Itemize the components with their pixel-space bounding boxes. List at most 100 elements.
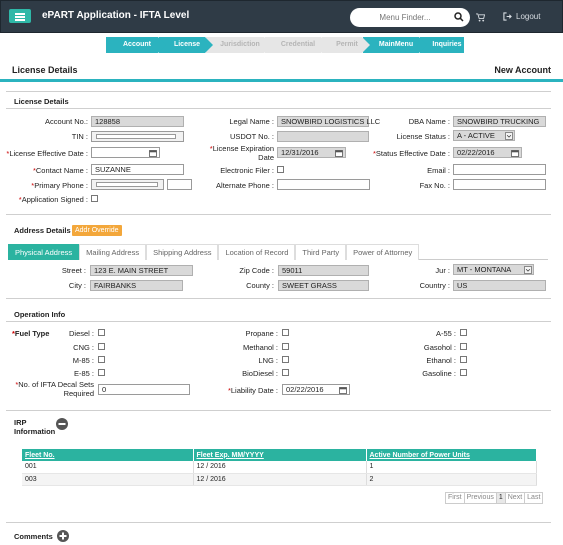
expand-plus-icon[interactable] bbox=[57, 530, 69, 542]
m85-label: M-85 : bbox=[72, 356, 94, 365]
propane-checkbox[interactable] bbox=[282, 329, 289, 336]
methanol-checkbox[interactable] bbox=[282, 343, 289, 350]
chevron-down-icon bbox=[524, 266, 532, 274]
propane-label: Propane : bbox=[245, 329, 278, 338]
divider bbox=[6, 108, 551, 109]
cart-icon[interactable] bbox=[476, 13, 485, 22]
jur-select[interactable]: MT - MONTANA bbox=[453, 264, 534, 275]
lng-label: LNG : bbox=[258, 356, 278, 365]
pagination: First Previous 1 Next Last bbox=[445, 492, 544, 504]
address-tabs: Physical Address Mailing Address Shippin… bbox=[8, 244, 548, 260]
pager-page-1[interactable]: 1 bbox=[496, 493, 506, 503]
tab-shipping-address[interactable]: Shipping Address bbox=[146, 244, 219, 260]
collapse-minus-icon[interactable] bbox=[56, 418, 68, 430]
license-status-select[interactable]: A - ACTIVE bbox=[453, 130, 515, 141]
tab-mailing-address[interactable]: Mailing Address bbox=[79, 244, 147, 260]
fax-field[interactable] bbox=[453, 179, 546, 190]
pager-previous[interactable]: Previous bbox=[465, 493, 497, 503]
license-expiration-field[interactable]: 12/31/2016 bbox=[277, 147, 346, 158]
application-signed-label: *Application Signed : bbox=[18, 195, 88, 204]
column-header-fleet-exp[interactable]: Fleet Exp. MM/YYYY bbox=[193, 449, 367, 461]
county-field[interactable]: SWEET GRASS bbox=[278, 280, 369, 291]
calendar-icon[interactable] bbox=[339, 386, 347, 394]
search-icon[interactable] bbox=[454, 12, 464, 22]
license-effective-date-field[interactable] bbox=[91, 147, 160, 158]
contact-name-label: *Contact Name : bbox=[32, 166, 88, 175]
tab-power-of-attorney[interactable]: Power of Attorney bbox=[346, 244, 420, 260]
step-credential[interactable]: Credential bbox=[265, 37, 329, 53]
cng-checkbox[interactable] bbox=[98, 343, 105, 350]
ethanol-label: Ethanol : bbox=[426, 356, 456, 365]
ifta-decal-field[interactable]: 0 bbox=[98, 384, 190, 395]
alternate-phone-label: Alternate Phone : bbox=[216, 181, 274, 190]
electronic-filer-checkbox[interactable] bbox=[277, 166, 284, 173]
street-field[interactable]: 123 E. MAIN STREET bbox=[90, 265, 193, 276]
city-field[interactable]: FAIRBANKS bbox=[90, 280, 183, 291]
usdot-field[interactable] bbox=[277, 131, 369, 142]
lng-checkbox[interactable] bbox=[282, 356, 289, 363]
pager-next[interactable]: Next bbox=[506, 493, 526, 503]
gasohol-checkbox[interactable] bbox=[460, 343, 467, 350]
biodiesel-checkbox[interactable] bbox=[282, 369, 289, 376]
email-field[interactable] bbox=[453, 164, 546, 175]
zip-code-field[interactable]: 59011 bbox=[278, 265, 369, 276]
fax-label: Fax No. : bbox=[419, 181, 450, 190]
tab-third-party[interactable]: Third Party bbox=[295, 244, 347, 260]
a55-checkbox[interactable] bbox=[460, 329, 467, 336]
calendar-icon[interactable] bbox=[511, 149, 519, 157]
chevron-down-icon bbox=[505, 132, 513, 140]
phone-extension-field[interactable] bbox=[167, 179, 192, 190]
diesel-checkbox[interactable] bbox=[98, 329, 105, 336]
ethanol-checkbox[interactable] bbox=[460, 356, 467, 363]
comments-section-title: Comments bbox=[14, 532, 53, 541]
tab-location-of-record[interactable]: Location of Record bbox=[218, 244, 296, 260]
legal-name-field[interactable]: SNOWBIRD LOGISTICS LLC bbox=[277, 116, 380, 127]
contact-name-field[interactable]: SUZANNE bbox=[91, 164, 184, 175]
dba-name-field[interactable]: SNOWBIRD TRUCKING bbox=[453, 116, 546, 127]
divider bbox=[6, 410, 551, 411]
status-effective-date-field[interactable]: 02/22/2016 bbox=[453, 147, 522, 158]
application-signed-checkbox[interactable] bbox=[91, 195, 98, 202]
logout-button[interactable]: Logout bbox=[503, 12, 540, 21]
a55-label: A-55 : bbox=[435, 329, 456, 338]
alternate-phone-field[interactable] bbox=[277, 179, 370, 190]
pager-last[interactable]: Last bbox=[525, 493, 542, 503]
liability-date-label: *Liability Date : bbox=[227, 386, 278, 395]
column-header-power-units[interactable]: Active Number of Power Units bbox=[366, 449, 537, 461]
street-label: Street : bbox=[61, 266, 86, 275]
account-no-field[interactable]: 128858 bbox=[91, 116, 184, 127]
calendar-icon[interactable] bbox=[149, 149, 157, 157]
gasohol-label: Gasohol : bbox=[423, 343, 456, 352]
page-title: License Details bbox=[12, 65, 78, 75]
liability-date-field[interactable]: 02/22/2016 bbox=[282, 384, 350, 395]
table-row[interactable]: 003 12 / 2016 2 bbox=[22, 473, 537, 486]
m85-checkbox[interactable] bbox=[98, 356, 105, 363]
table-row[interactable]: 001 12 / 2016 1 bbox=[22, 461, 537, 474]
e85-checkbox[interactable] bbox=[98, 369, 105, 376]
fleet-no-cell: 001 bbox=[22, 461, 194, 474]
license-section-title: License Details bbox=[14, 97, 69, 106]
pager-first[interactable]: First bbox=[446, 493, 465, 503]
new-account-link[interactable]: New Account bbox=[494, 65, 551, 75]
legal-name-label: Legal Name : bbox=[229, 117, 274, 126]
primary-phone-field[interactable] bbox=[91, 179, 164, 190]
hamburger-menu-button[interactable] bbox=[9, 9, 31, 23]
addr-override-button[interactable]: Addr Override bbox=[72, 225, 122, 236]
status-effective-date-label: *Status Effective Date : bbox=[373, 149, 450, 158]
zip-code-label: Zip Code : bbox=[239, 266, 274, 275]
calendar-icon[interactable] bbox=[335, 149, 343, 157]
step-mainmenu[interactable]: MainMenu bbox=[363, 37, 427, 53]
operation-section-title: Operation Info bbox=[14, 310, 66, 319]
menu-finder-input[interactable] bbox=[360, 11, 450, 24]
gasoline-checkbox[interactable] bbox=[460, 369, 467, 376]
column-header-fleet-no[interactable]: Fleet No. bbox=[22, 449, 194, 461]
e85-label: E-85 : bbox=[73, 369, 94, 378]
country-field[interactable]: US bbox=[453, 280, 546, 291]
step-account[interactable]: Account bbox=[106, 37, 166, 53]
step-jurisdiction[interactable]: Jurisdiction bbox=[206, 37, 272, 53]
jur-label: Jur : bbox=[435, 266, 450, 275]
tab-physical-address[interactable]: Physical Address bbox=[8, 244, 80, 260]
tin-field[interactable] bbox=[91, 131, 184, 142]
license-effective-date-label: *License Effective Date : bbox=[6, 149, 88, 158]
cng-label: CNG : bbox=[73, 343, 94, 352]
